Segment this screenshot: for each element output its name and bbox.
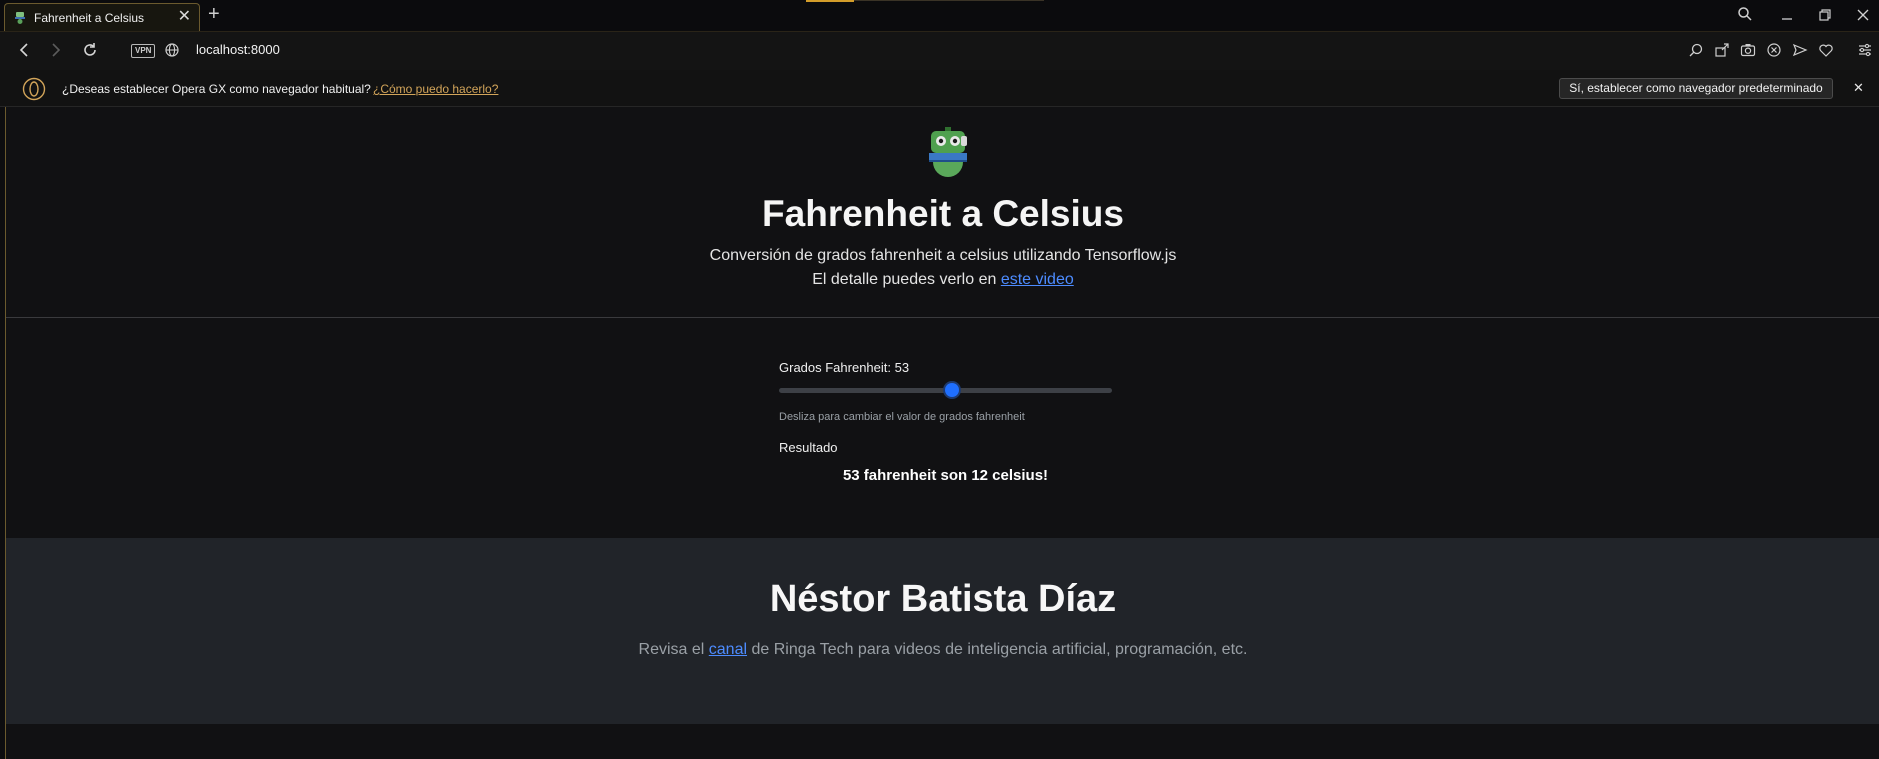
set-default-browser-button[interactable]: Sí, establecer como navegador predetermi… [1559, 78, 1833, 99]
address-bar: VPN localhost:8000 [0, 32, 1879, 70]
page-detail-line: El detalle puedes verlo en este video [6, 271, 1879, 289]
restore-icon[interactable] [1817, 7, 1833, 23]
footer-text-before: Revisa el [638, 641, 705, 658]
easy-setup-icon[interactable] [1857, 42, 1873, 58]
result-text: 53 fahrenheit son 12 celsius! [842, 467, 1049, 484]
slider-thumb[interactable] [945, 383, 960, 397]
minimize-icon[interactable] [1779, 8, 1795, 22]
result-label: Resultado [779, 440, 838, 455]
tab-close-icon[interactable]: ✕ [178, 8, 191, 26]
default-browser-infobar: ¿Deseas establecer Opera GX como navegad… [0, 70, 1879, 107]
close-window-icon[interactable] [1855, 7, 1871, 23]
forward-icon[interactable] [48, 41, 64, 59]
new-tab-button[interactable]: + [208, 3, 220, 25]
browser-tab[interactable]: Fahrenheit a Celsius ✕ [4, 3, 200, 31]
adblock-icon[interactable] [1766, 42, 1782, 58]
footer-text: Revisa el canal de Ringa Tech para video… [6, 641, 1879, 659]
share-icon[interactable] [1714, 42, 1730, 58]
infobar-message: ¿Deseas establecer Opera GX como navegad… [62, 82, 371, 96]
send-icon[interactable] [1792, 42, 1808, 58]
tab-bar: Fahrenheit a Celsius ✕ + [0, 0, 1879, 32]
fahrenheit-label: Grados Fahrenheit: 53 [779, 360, 910, 375]
opera-gx-logo-icon [22, 77, 46, 101]
tab-title: Fahrenheit a Celsius [34, 11, 145, 25]
heart-icon[interactable] [1818, 42, 1834, 58]
footer-text-after: de Ringa Tech para videos de inteligenci… [751, 641, 1248, 658]
slider-help-text: Desliza para cambiar el valor de grados … [779, 411, 1025, 423]
page-subtitle: Conversión de grados fahrenheit a celsiu… [709, 247, 1177, 264]
web-page: Fahrenheit a Celsius Conversión de grado… [5, 107, 1879, 759]
infobar-help-link[interactable]: ¿Cómo puedo hacerlo? [373, 82, 498, 96]
page-title: Fahrenheit a Celsius [762, 193, 1124, 234]
video-link[interactable]: este video [1001, 271, 1074, 288]
footer-section: Néstor Batista Díaz Revisa el canal de R… [6, 538, 1879, 724]
url-field[interactable]: localhost:8000 [196, 42, 280, 57]
back-icon[interactable] [16, 41, 32, 59]
search-tabs-icon[interactable] [1737, 6, 1753, 22]
hero-section: Fahrenheit a Celsius Conversión de grado… [6, 107, 1879, 318]
robot-logo-icon [929, 127, 967, 177]
robot-favicon-icon [15, 12, 25, 24]
author-name: Néstor Batista Díaz [769, 578, 1117, 620]
infobar-close-icon[interactable]: ✕ [1853, 80, 1864, 96]
fahrenheit-slider[interactable] [779, 383, 1112, 397]
top-accent-line [854, 0, 1044, 1]
reload-icon[interactable] [81, 41, 99, 59]
top-accent-bar [806, 0, 854, 2]
zoom-icon[interactable] [1688, 42, 1704, 58]
detail-prefix: El detalle puedes verlo en [812, 271, 997, 288]
channel-link[interactable]: canal [709, 641, 747, 658]
globe-icon[interactable] [164, 42, 180, 58]
camera-icon[interactable] [1740, 42, 1756, 58]
vpn-badge[interactable]: VPN [131, 44, 156, 58]
